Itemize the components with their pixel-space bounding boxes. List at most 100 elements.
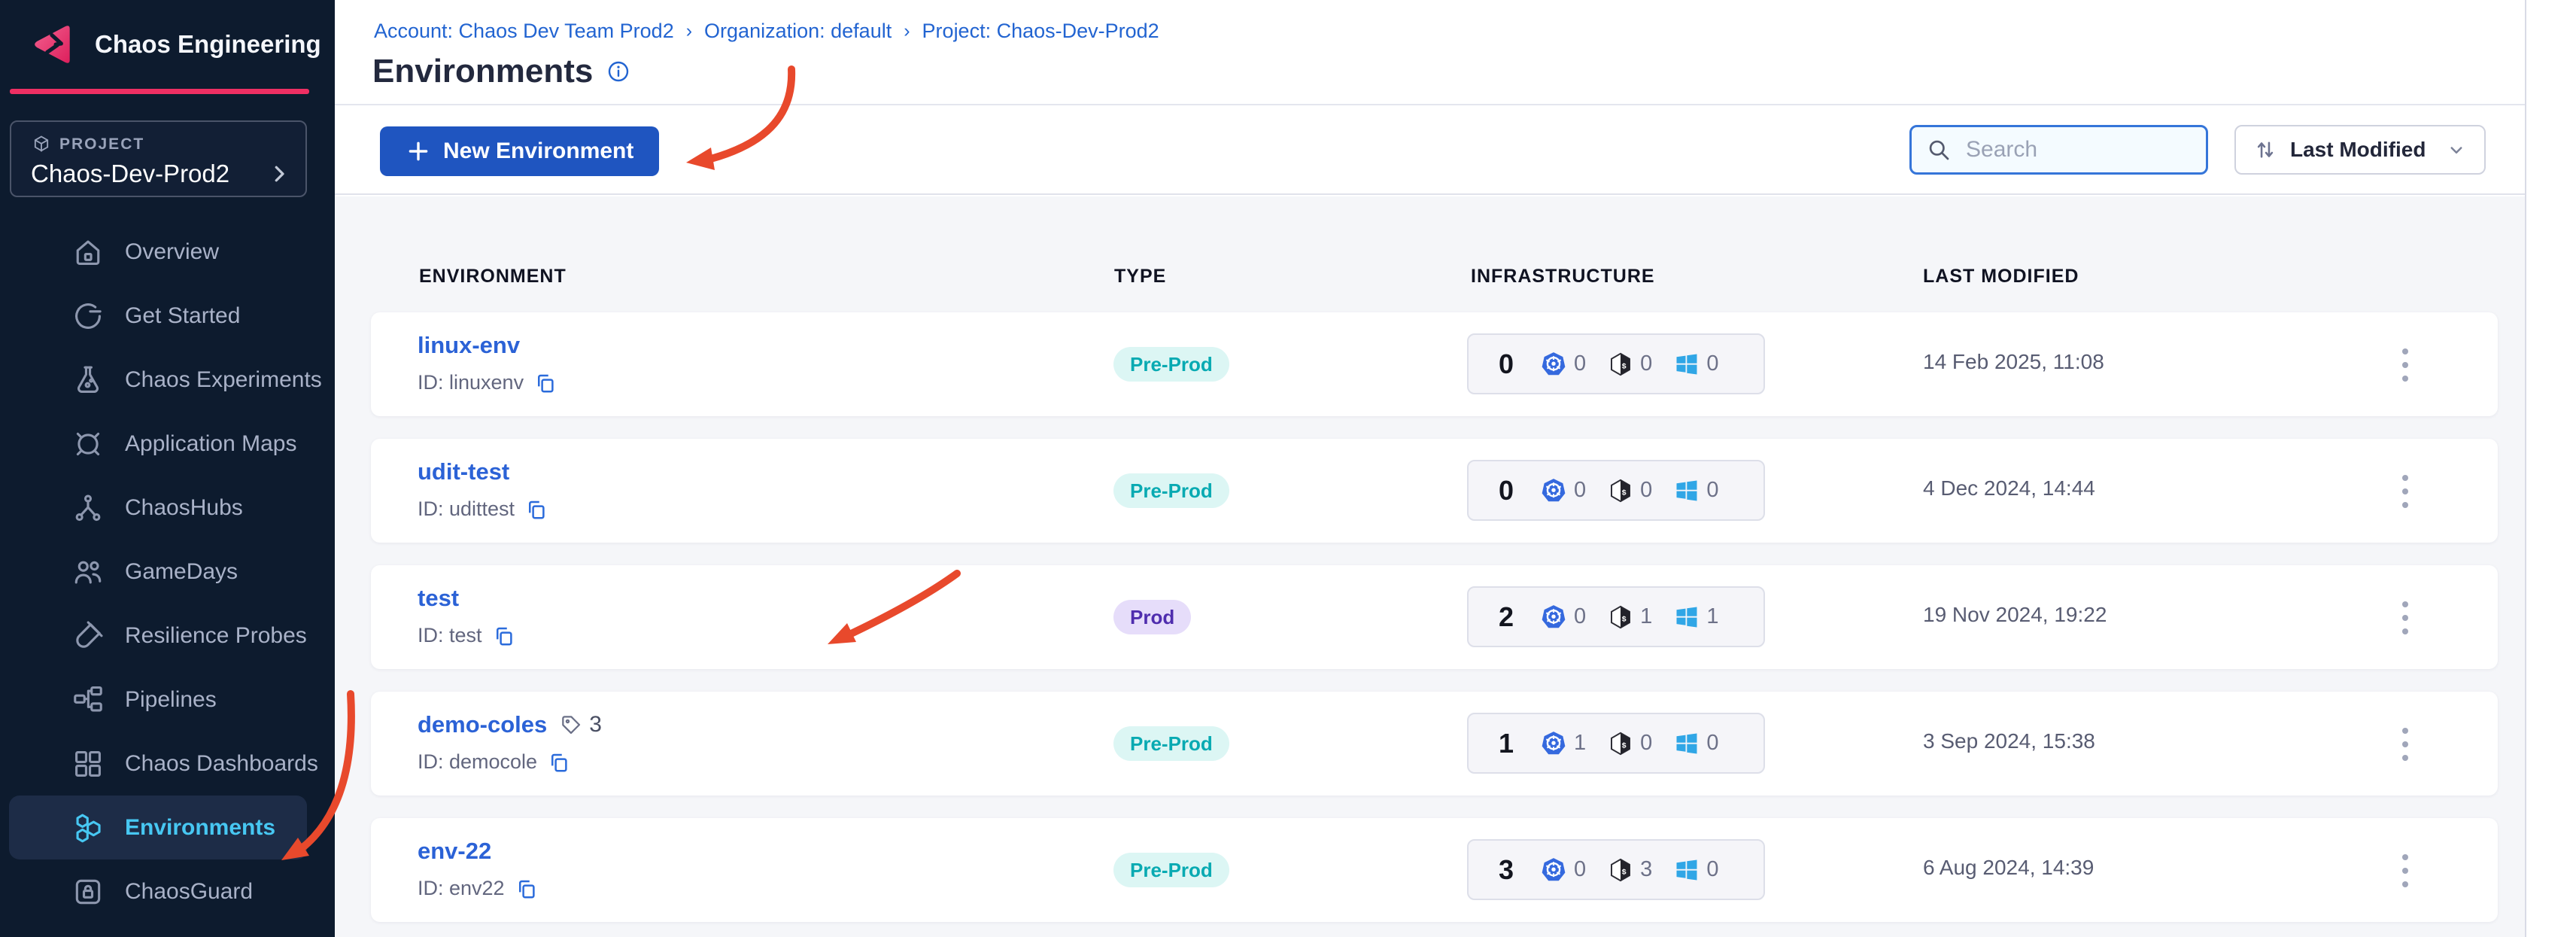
- network-icon: [71, 491, 105, 525]
- infrastructure-total: 2: [1499, 601, 1514, 632]
- info-icon[interactable]: [606, 59, 630, 84]
- sidebar-item-chaosguard[interactable]: ChaosGuard: [0, 859, 335, 923]
- breadcrumb-organization[interactable]: Organization: default: [704, 20, 892, 43]
- content-right-gutter: [2525, 0, 2576, 937]
- linux-infra-icon: $: [1611, 479, 1631, 502]
- sidebar-item-label: Get Started: [125, 303, 241, 328]
- row-menu-kebab-icon[interactable]: [2384, 469, 2426, 514]
- environments-list: ENVIRONMENT TYPE INFRASTRUCTURE LAST MOD…: [335, 196, 2525, 937]
- new-environment-button[interactable]: New Environment: [380, 126, 660, 176]
- toolbar: New Environment Last Modified: [335, 107, 2525, 195]
- environment-name-link[interactable]: linux-env: [418, 332, 520, 359]
- environment-row[interactable]: env-22 ID: env22 Pre-Prod 3 0 $ 3 0 6 Au…: [371, 818, 2498, 922]
- row-menu-kebab-icon[interactable]: [2384, 848, 2426, 893]
- svg-text:$: $: [1622, 488, 1627, 497]
- sidebar-item-chaoshubs[interactable]: ChaosHubs: [0, 476, 335, 540]
- kubernetes-count: 1: [1574, 731, 1587, 755]
- environment-type-badge: Pre-Prod: [1113, 473, 1229, 508]
- environment-row[interactable]: linux-env ID: linuxenv Pre-Prod 0 0 $ 0 …: [371, 312, 2498, 416]
- get-started-icon: [71, 300, 105, 333]
- project-name: Chaos-Dev-Prod2: [31, 160, 230, 187]
- cube-icon: [31, 134, 52, 155]
- project-selector[interactable]: PROJECT Chaos-Dev-Prod2: [10, 120, 307, 197]
- sidebar-item-label: ChaosGuard: [125, 878, 254, 904]
- column-header-last-modified: LAST MODIFIED: [1923, 266, 2079, 287]
- environment-row[interactable]: udit-test ID: udittest Pre-Prod 0 0 $ 0 …: [371, 439, 2498, 543]
- copy-icon[interactable]: [525, 498, 548, 521]
- environment-name-link[interactable]: test: [418, 585, 459, 612]
- environment-name-link[interactable]: demo-coles: [418, 711, 547, 738]
- copy-icon[interactable]: [493, 625, 515, 647]
- last-modified: 3 Sep 2024, 15:38: [1923, 729, 2095, 753]
- last-modified: 4 Dec 2024, 14:44: [1923, 476, 2095, 500]
- sidebar-item-pipelines[interactable]: Pipelines: [0, 668, 335, 732]
- sidebar-item-gamedays[interactable]: GameDays: [0, 540, 335, 604]
- sidebar-item-chaos-dashboards[interactable]: Chaos Dashboards: [0, 732, 335, 796]
- sidebar-item-chaos-experiments[interactable]: Chaos Experiments: [0, 348, 335, 412]
- column-header-infrastructure: INFRASTRUCTURE: [1471, 266, 1655, 287]
- windows-icon: [1676, 859, 1697, 880]
- environment-name-link[interactable]: udit-test: [418, 458, 509, 485]
- last-modified: 19 Nov 2024, 19:22: [1923, 603, 2107, 626]
- breadcrumb: Account: Chaos Dev Team Prod2 › Organiza…: [374, 20, 1159, 43]
- target-icon: [71, 427, 105, 461]
- column-header-type: TYPE: [1114, 266, 1167, 287]
- sidebar-item-label: Application Maps: [125, 430, 297, 456]
- dashboard-icon: [71, 747, 105, 780]
- infrastructure-summary: 1 1 $ 0 0: [1467, 713, 1765, 774]
- breadcrumb-separator: ›: [685, 20, 693, 41]
- linux-count: 1: [1640, 604, 1653, 628]
- linux-infra-icon: $: [1611, 858, 1631, 881]
- linux-count: 3: [1640, 857, 1653, 881]
- sidebar-item-application-maps[interactable]: Application Maps: [0, 412, 335, 476]
- plus-icon: [406, 138, 431, 164]
- linux-count: 0: [1640, 731, 1653, 755]
- windows-count: 1: [1706, 604, 1719, 628]
- linux-count: 0: [1640, 351, 1653, 376]
- environment-row[interactable]: test ID: test Prod 2 0 $ 1 1 19 Nov 2024…: [371, 565, 2498, 669]
- copy-icon[interactable]: [534, 372, 557, 394]
- sort-dropdown[interactable]: Last Modified: [2234, 125, 2486, 175]
- windows-icon: [1676, 354, 1697, 374]
- sidebar-item-environments[interactable]: Environments: [9, 796, 307, 859]
- environment-id: ID: test: [418, 624, 482, 646]
- sidebar: Chaos Engineering PROJECT Chaos-Dev-Prod…: [0, 0, 372, 937]
- windows-count: 0: [1706, 351, 1719, 376]
- sidebar-item-label: Environments: [125, 814, 276, 840]
- environment-name-link[interactable]: env-22: [418, 838, 491, 865]
- infrastructure-summary: 0 0 $ 0 0: [1467, 333, 1765, 394]
- row-menu-kebab-icon[interactable]: [2384, 595, 2426, 640]
- kubernetes-icon: [1542, 857, 1566, 881]
- windows-icon: [1676, 733, 1697, 753]
- svg-text:$: $: [1622, 741, 1627, 750]
- sidebar-item-label: ChaosHubs: [125, 494, 243, 520]
- sidebar-item-resilience-probes[interactable]: Resilience Probes: [0, 604, 335, 668]
- infrastructure-summary: 0 0 $ 0 0: [1467, 460, 1765, 521]
- copy-icon[interactable]: [548, 751, 570, 774]
- brand-underline: [10, 89, 309, 94]
- breadcrumb-project[interactable]: Project: Chaos-Dev-Prod2: [922, 20, 1159, 43]
- environment-row[interactable]: demo-coles 3 ID: democole Pre-Prod 1 1 $…: [371, 692, 2498, 796]
- sidebar-item-overview[interactable]: Overview: [0, 220, 335, 284]
- windows-count: 0: [1706, 478, 1719, 502]
- sidebar-item-get-started[interactable]: Get Started: [0, 284, 335, 348]
- kubernetes-icon: [1542, 731, 1566, 754]
- kubernetes-icon: [1542, 604, 1566, 628]
- search-input[interactable]: [1966, 137, 2256, 163]
- chaos-engineering-app: Chaos Engineering PROJECT Chaos-Dev-Prod…: [0, 0, 2576, 937]
- sort-arrows-icon: [2252, 137, 2278, 163]
- row-menu-kebab-icon[interactable]: [2384, 342, 2426, 388]
- breadcrumb-separator: ›: [904, 20, 910, 41]
- environment-id: ID: udittest: [418, 497, 515, 520]
- chevron-right-icon: [268, 163, 290, 185]
- windows-icon: [1676, 480, 1697, 500]
- row-menu-kebab-icon[interactable]: [2384, 722, 2426, 767]
- copy-icon[interactable]: [515, 878, 538, 900]
- breadcrumb-account[interactable]: Account: Chaos Dev Team Prod2: [374, 20, 674, 43]
- chevron-down-icon: [2445, 138, 2468, 161]
- home-icon: [71, 236, 105, 269]
- tag-icon: [562, 716, 581, 735]
- environment-type-badge: Pre-Prod: [1113, 726, 1229, 761]
- sidebar-item-label: GameDays: [125, 558, 238, 584]
- infrastructure-summary: 3 0 $ 3 0: [1467, 839, 1765, 900]
